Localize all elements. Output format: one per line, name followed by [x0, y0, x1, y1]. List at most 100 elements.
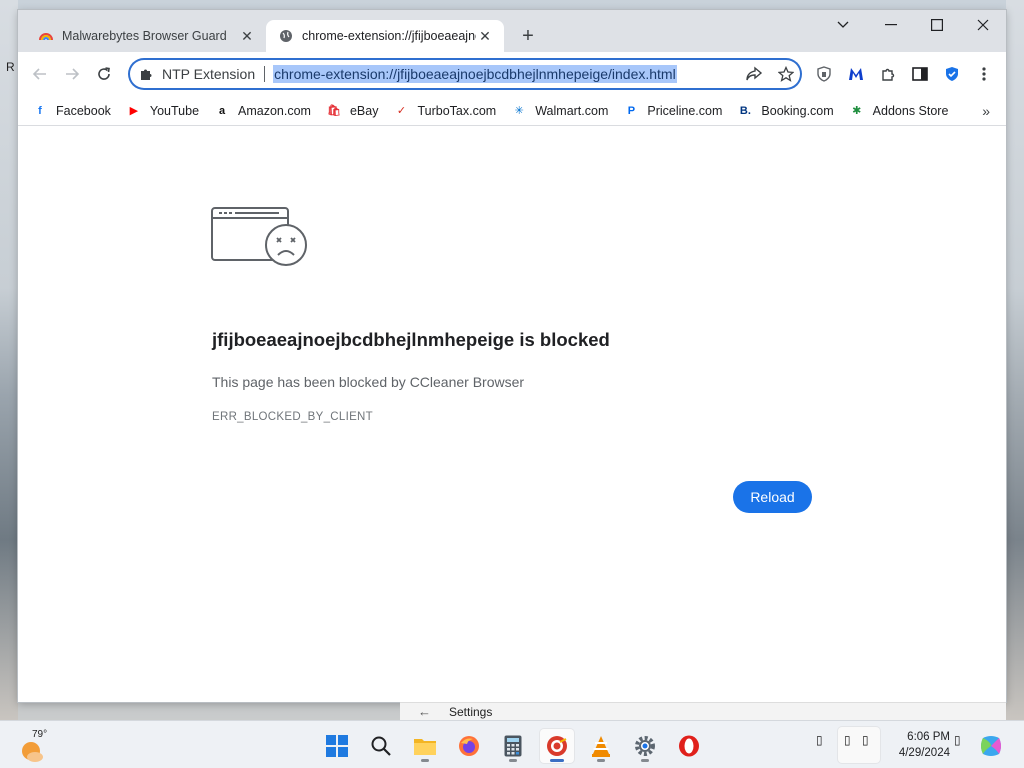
taskbar-firefox[interactable] — [452, 729, 486, 763]
turbotax-icon: ✓ — [396, 105, 407, 117]
search-icon — [371, 736, 391, 756]
clock-date: 4/29/2024 — [898, 747, 950, 759]
taskbar-opera[interactable] — [672, 729, 706, 763]
menu-kebab-icon[interactable] — [968, 58, 1000, 90]
close-tab-icon[interactable]: ✕ — [238, 27, 256, 45]
browser-window: Malwarebytes Browser Guard ✕ chrome-exte… — [18, 10, 1006, 702]
bookmark-youtube[interactable]: ▶ YouTube — [126, 103, 199, 119]
reload-icon[interactable] — [90, 60, 118, 88]
bookmark-label: Priceline.com — [647, 103, 723, 118]
clock-time: 6:06 PM — [907, 731, 950, 743]
network-icon: ▯ — [844, 733, 851, 747]
tab-malwarebytes[interactable]: Malwarebytes Browser Guard ✕ — [26, 20, 266, 52]
taskbar: 79° ▯ ▯ ▯ 6:06 PM 4/29/2024 ▯ — [0, 720, 1024, 768]
bookmark-priceline-com[interactable]: P Priceline.com — [623, 103, 723, 119]
firefox-icon — [459, 736, 479, 756]
bookmarks-overflow-chevron-icon[interactable]: » — [982, 103, 990, 119]
maximize-button[interactable] — [914, 10, 960, 40]
taskbar-search-button[interactable] — [364, 729, 398, 763]
error-description: This page has been blocked by CCleaner B… — [212, 374, 525, 390]
bookmark-star-icon[interactable] — [770, 58, 802, 90]
calculator-icon — [504, 735, 522, 757]
opera-icon — [679, 735, 699, 757]
bookmark-booking-com[interactable]: B. Booking.com — [737, 103, 834, 119]
puzzle-icon — [141, 69, 152, 80]
new-tab-button[interactable]: + — [516, 24, 540, 48]
settings-gear-icon — [635, 736, 655, 756]
close-tab-icon[interactable]: ✕ — [476, 27, 494, 45]
taskbar-ccleaner-browser[interactable] — [540, 729, 574, 763]
notification-icon[interactable]: ▯ — [954, 733, 961, 747]
ccleaner-shield-icon[interactable] — [808, 58, 840, 90]
vlc-icon — [592, 736, 610, 757]
browser-toolbar: NTP Extension chrome-extension://jfijboe… — [18, 52, 1006, 96]
settings-window-strip[interactable]: ← Settings — [400, 702, 1006, 720]
bookmark-walmart-com[interactable]: ✳ Walmart.com — [511, 103, 609, 119]
bookmark-amazon-com[interactable]: a Amazon.com — [214, 103, 311, 119]
desktop-label: R — [6, 60, 15, 74]
clock[interactable]: 6:06 PM 4/29/2024 — [886, 729, 950, 761]
blocked-page-sad-icon — [211, 207, 307, 266]
file-explorer-icon — [414, 739, 436, 755]
share-icon[interactable] — [738, 58, 770, 90]
tab-title: Malwarebytes Browser Guard — [62, 29, 227, 43]
ccleaner-browser-icon — [547, 736, 567, 756]
desktop-background-right — [1006, 0, 1024, 720]
close-window-button[interactable] — [960, 10, 1006, 40]
taskbar-file-explorer[interactable] — [408, 729, 442, 763]
bookmark-label: Booking.com — [761, 103, 834, 118]
malwarebytes-rainbow-icon — [38, 28, 54, 44]
volume-icon: ▯ — [862, 733, 869, 747]
omnibox-actions — [738, 58, 802, 90]
back-arrow-icon[interactable]: ← — [418, 704, 431, 719]
temperature: 79° — [32, 729, 48, 740]
security-shield-check-icon[interactable] — [936, 58, 968, 90]
weather-widget[interactable]: 79° — [20, 729, 60, 763]
start-button[interactable] — [320, 729, 354, 763]
bookmark-label: Walmart.com — [535, 103, 609, 118]
bookmark-ebay[interactable]: 🛍 eBay — [326, 103, 379, 119]
desktop-background-left: R — [0, 0, 18, 720]
extension-chip[interactable]: NTP Extension — [138, 66, 255, 82]
error-page: jfijboeaeajnoejbcdbhejlnmhepeige is bloc… — [18, 127, 1006, 702]
reload-button[interactable]: Reload — [733, 481, 812, 513]
running-indicator — [597, 759, 605, 762]
malwarebytes-icon[interactable] — [840, 58, 872, 90]
tab-strip: Malwarebytes Browser Guard ✕ chrome-exte… — [18, 10, 1006, 52]
running-indicator — [641, 759, 649, 762]
tab-search-chevron-icon[interactable] — [820, 10, 866, 40]
settings-title: Settings — [449, 704, 493, 719]
bookmarks-bar: f Facebook ▶ YouTube a Amazon.com 🛍 eBay ✓ TurboT… — [18, 96, 1006, 126]
taskbar-vlc[interactable] — [584, 729, 618, 763]
copilot-icon — [981, 736, 1001, 756]
tab-chrome-extension[interactable]: chrome-extension://jfijboeaeajnoejbcdbhe… — [266, 20, 504, 52]
tray-quick-settings[interactable]: ▯ ▯ — [838, 727, 880, 763]
error-title: jfijboeaeajnoejbcdbhejlnmhepeige is bloc… — [212, 329, 610, 350]
forward-arrow-icon[interactable] — [58, 60, 86, 88]
amazon-icon: a — [218, 104, 226, 117]
taskbar-calculator[interactable] — [496, 729, 530, 763]
youtube-icon: ▶ — [129, 105, 139, 117]
taskbar-settings[interactable] — [628, 729, 662, 763]
priceline-icon: P — [627, 104, 636, 117]
extension-chip-label: NTP Extension — [162, 66, 256, 82]
back-arrow-icon[interactable] — [26, 60, 54, 88]
minimize-button[interactable] — [868, 10, 914, 40]
omnibox-divider — [264, 66, 266, 82]
addons-store-icon: ✱ — [852, 105, 862, 117]
tray-icon-a[interactable]: ▯ — [816, 733, 823, 747]
side-panel-icon[interactable] — [904, 58, 936, 90]
address-bar[interactable]: NTP Extension chrome-extension://jfijboe… — [128, 58, 802, 90]
bookmark-addons-store[interactable]: ✱ Addons Store — [849, 103, 949, 119]
booking-icon: B. — [739, 104, 751, 117]
extensions-puzzle-icon[interactable] — [872, 58, 904, 90]
walmart-icon: ✳ — [514, 105, 524, 117]
bookmark-label: Addons Store — [872, 103, 949, 118]
url-text[interactable]: chrome-extension://jfijboeaeajnoejbcdbhe… — [273, 65, 677, 83]
bookmark-facebook[interactable]: f Facebook — [32, 103, 111, 119]
error-code[interactable]: ERR_BLOCKED_BY_CLIENT — [212, 411, 373, 423]
bookmark-turbotax-com[interactable]: ✓ TurboTax.com — [393, 103, 496, 119]
taskbar-copilot[interactable] — [974, 729, 1008, 763]
running-indicator — [421, 759, 429, 762]
bookmark-label: eBay — [349, 103, 379, 118]
